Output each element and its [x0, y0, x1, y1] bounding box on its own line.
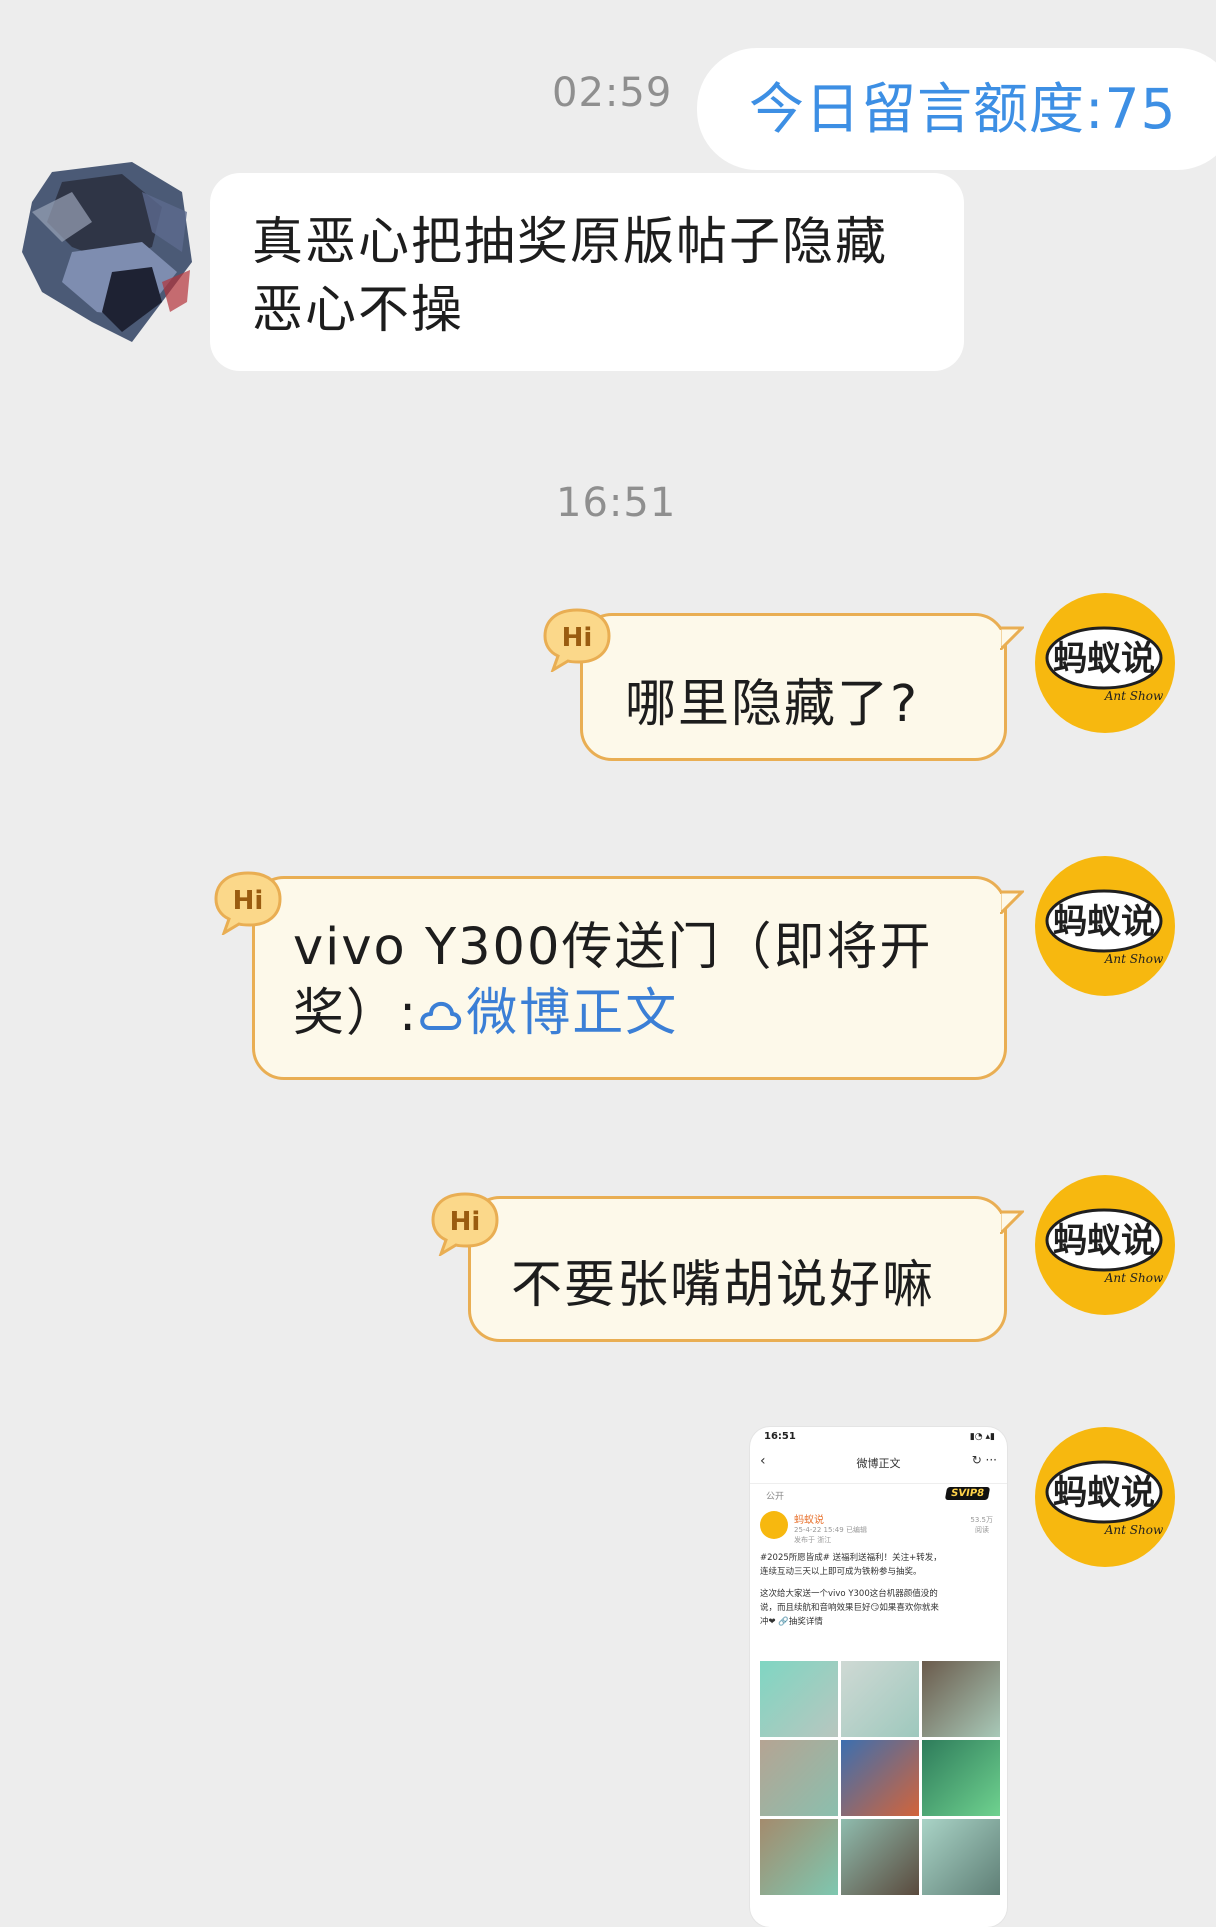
phone-photo [760, 1819, 838, 1895]
hi-label: Hi [233, 886, 264, 916]
screenshot-author-avatar [760, 1511, 788, 1539]
avatar-logo-sub: Ant Show [1104, 1271, 1164, 1285]
avatar-logo-text: 蚂蚁说 [1053, 902, 1155, 942]
phone-photo [841, 1661, 919, 1737]
timestamp: 02:59 [552, 70, 673, 116]
sender-avatar[interactable]: 蚂蚁说 Ant Show [1034, 855, 1176, 997]
screenshot-meta: 发布于 浙江 [794, 1536, 832, 1544]
avatar-logo-sub: Ant Show [1104, 1523, 1164, 1537]
bubble-tail-icon [1000, 1210, 1024, 1234]
phone-photo [841, 1819, 919, 1895]
phone-photo [922, 1819, 1000, 1895]
phone-photo [760, 1740, 838, 1816]
hi-label: Hi [562, 623, 593, 653]
outgoing-message-text: 哪里隐藏了? [625, 675, 920, 734]
sender-avatar[interactable]: 蚂蚁说 Ant Show [1034, 1426, 1176, 1568]
hi-label: Hi [450, 1207, 481, 1237]
screenshot-body-line: 这次给大家送一个vivo Y300这台机器颜值没的 [760, 1589, 938, 1599]
sender-avatar[interactable]: 蚂蚁说 Ant Show [1034, 592, 1176, 734]
screenshot-more-icon: ↻ ··· [971, 1453, 997, 1467]
weibo-cloud-icon [420, 1001, 462, 1030]
screenshot-body-line: #2025所愿皆成# 送福利送福利！关注+转发， [760, 1553, 942, 1563]
image-message[interactable]: 16:51 ▮◔ ▴▮ ‹ 微博正文 ↻ ··· 公开 SVIP8 蚂蚁说 25… [750, 1427, 1007, 1927]
outgoing-message-line2: 奖）: [293, 984, 419, 1043]
weibo-link-text[interactable]: 微博正文 [466, 984, 678, 1043]
phone-photo [922, 1740, 1000, 1816]
sender-avatar[interactable]: 蚂蚁说 Ant Show [1034, 1174, 1176, 1316]
screenshot-body-line: 连续互动三天以上即可成为铁粉参与抽奖。 [760, 1567, 922, 1577]
avatar-logo-sub: Ant Show [1104, 952, 1164, 966]
hi-badge-icon: Hi [431, 1192, 499, 1256]
phone-photo [841, 1740, 919, 1816]
hi-badge-icon: Hi [214, 871, 282, 935]
weibo-link[interactable]: 微博正文 [418, 984, 678, 1043]
screenshot-body-line: 冲❤ 🔗抽奖详情 [760, 1617, 823, 1627]
screenshot-photo-grid [760, 1661, 1000, 1895]
screenshot-body-line: 说，而且续航和音响效果巨好😏如果喜欢你就来 [760, 1603, 939, 1613]
incoming-message-line1: 真恶心把抽奖原版帖子隐藏 [252, 213, 889, 272]
outgoing-message-bubble[interactable]: 哪里隐藏了? [580, 613, 1007, 761]
screenshot-svip-badge: SVIP8 [944, 1487, 991, 1500]
outgoing-message-bubble[interactable]: 不要张嘴胡说好嘛 [468, 1196, 1007, 1342]
phone-photo [760, 1661, 838, 1737]
avatar-logo-text: 蚂蚁说 [1053, 1221, 1155, 1261]
screenshot-post-body: #2025所愿皆成# 送福利送福利！关注+转发， 连续互动三天以上即可成为铁粉参… [760, 1551, 1000, 1629]
hi-badge-icon: Hi [543, 608, 611, 672]
avatar-logo-text: 蚂蚁说 [1053, 639, 1155, 679]
screenshot-status-icons: ▮◔ ▴▮ [969, 1432, 995, 1442]
incoming-message-line2: 恶心不操 [252, 281, 465, 340]
screenshot-stats-sub: 阅读 [975, 1526, 989, 1534]
timestamp: 16:51 [556, 480, 677, 526]
phone-photo [922, 1661, 1000, 1737]
outgoing-message-bubble[interactable]: vivo Y300传送门（即将开 奖）: 微博正文 [252, 876, 1007, 1080]
screenshot-stats: 53.5万 [970, 1516, 993, 1524]
user-avatar[interactable] [12, 152, 202, 352]
incoming-message-bubble[interactable]: 真恶心把抽奖原版帖子隐藏 恶心不操 [210, 173, 964, 371]
avatar-logo-sub: Ant Show [1104, 689, 1164, 703]
bubble-tail-icon [1000, 626, 1024, 650]
screenshot-meta: 25-4-22 15:49 已编辑 [794, 1526, 867, 1534]
screenshot-author-name: 蚂蚁说 [794, 1515, 824, 1526]
outgoing-message-line1: vivo Y300传送门（即将开 [293, 918, 933, 977]
outgoing-message-text: 不要张嘴胡说好嘛 [511, 1256, 936, 1315]
message-quota-label: 今日留言额度:75 [697, 48, 1216, 170]
screenshot-visibility: 公开 [766, 1492, 785, 1502]
screenshot-nav-title: 微博正文 [856, 1457, 901, 1470]
bubble-tail-icon [1000, 890, 1024, 914]
screenshot-status-time: 16:51 [764, 1431, 796, 1442]
avatar-logo-text: 蚂蚁说 [1053, 1473, 1155, 1513]
